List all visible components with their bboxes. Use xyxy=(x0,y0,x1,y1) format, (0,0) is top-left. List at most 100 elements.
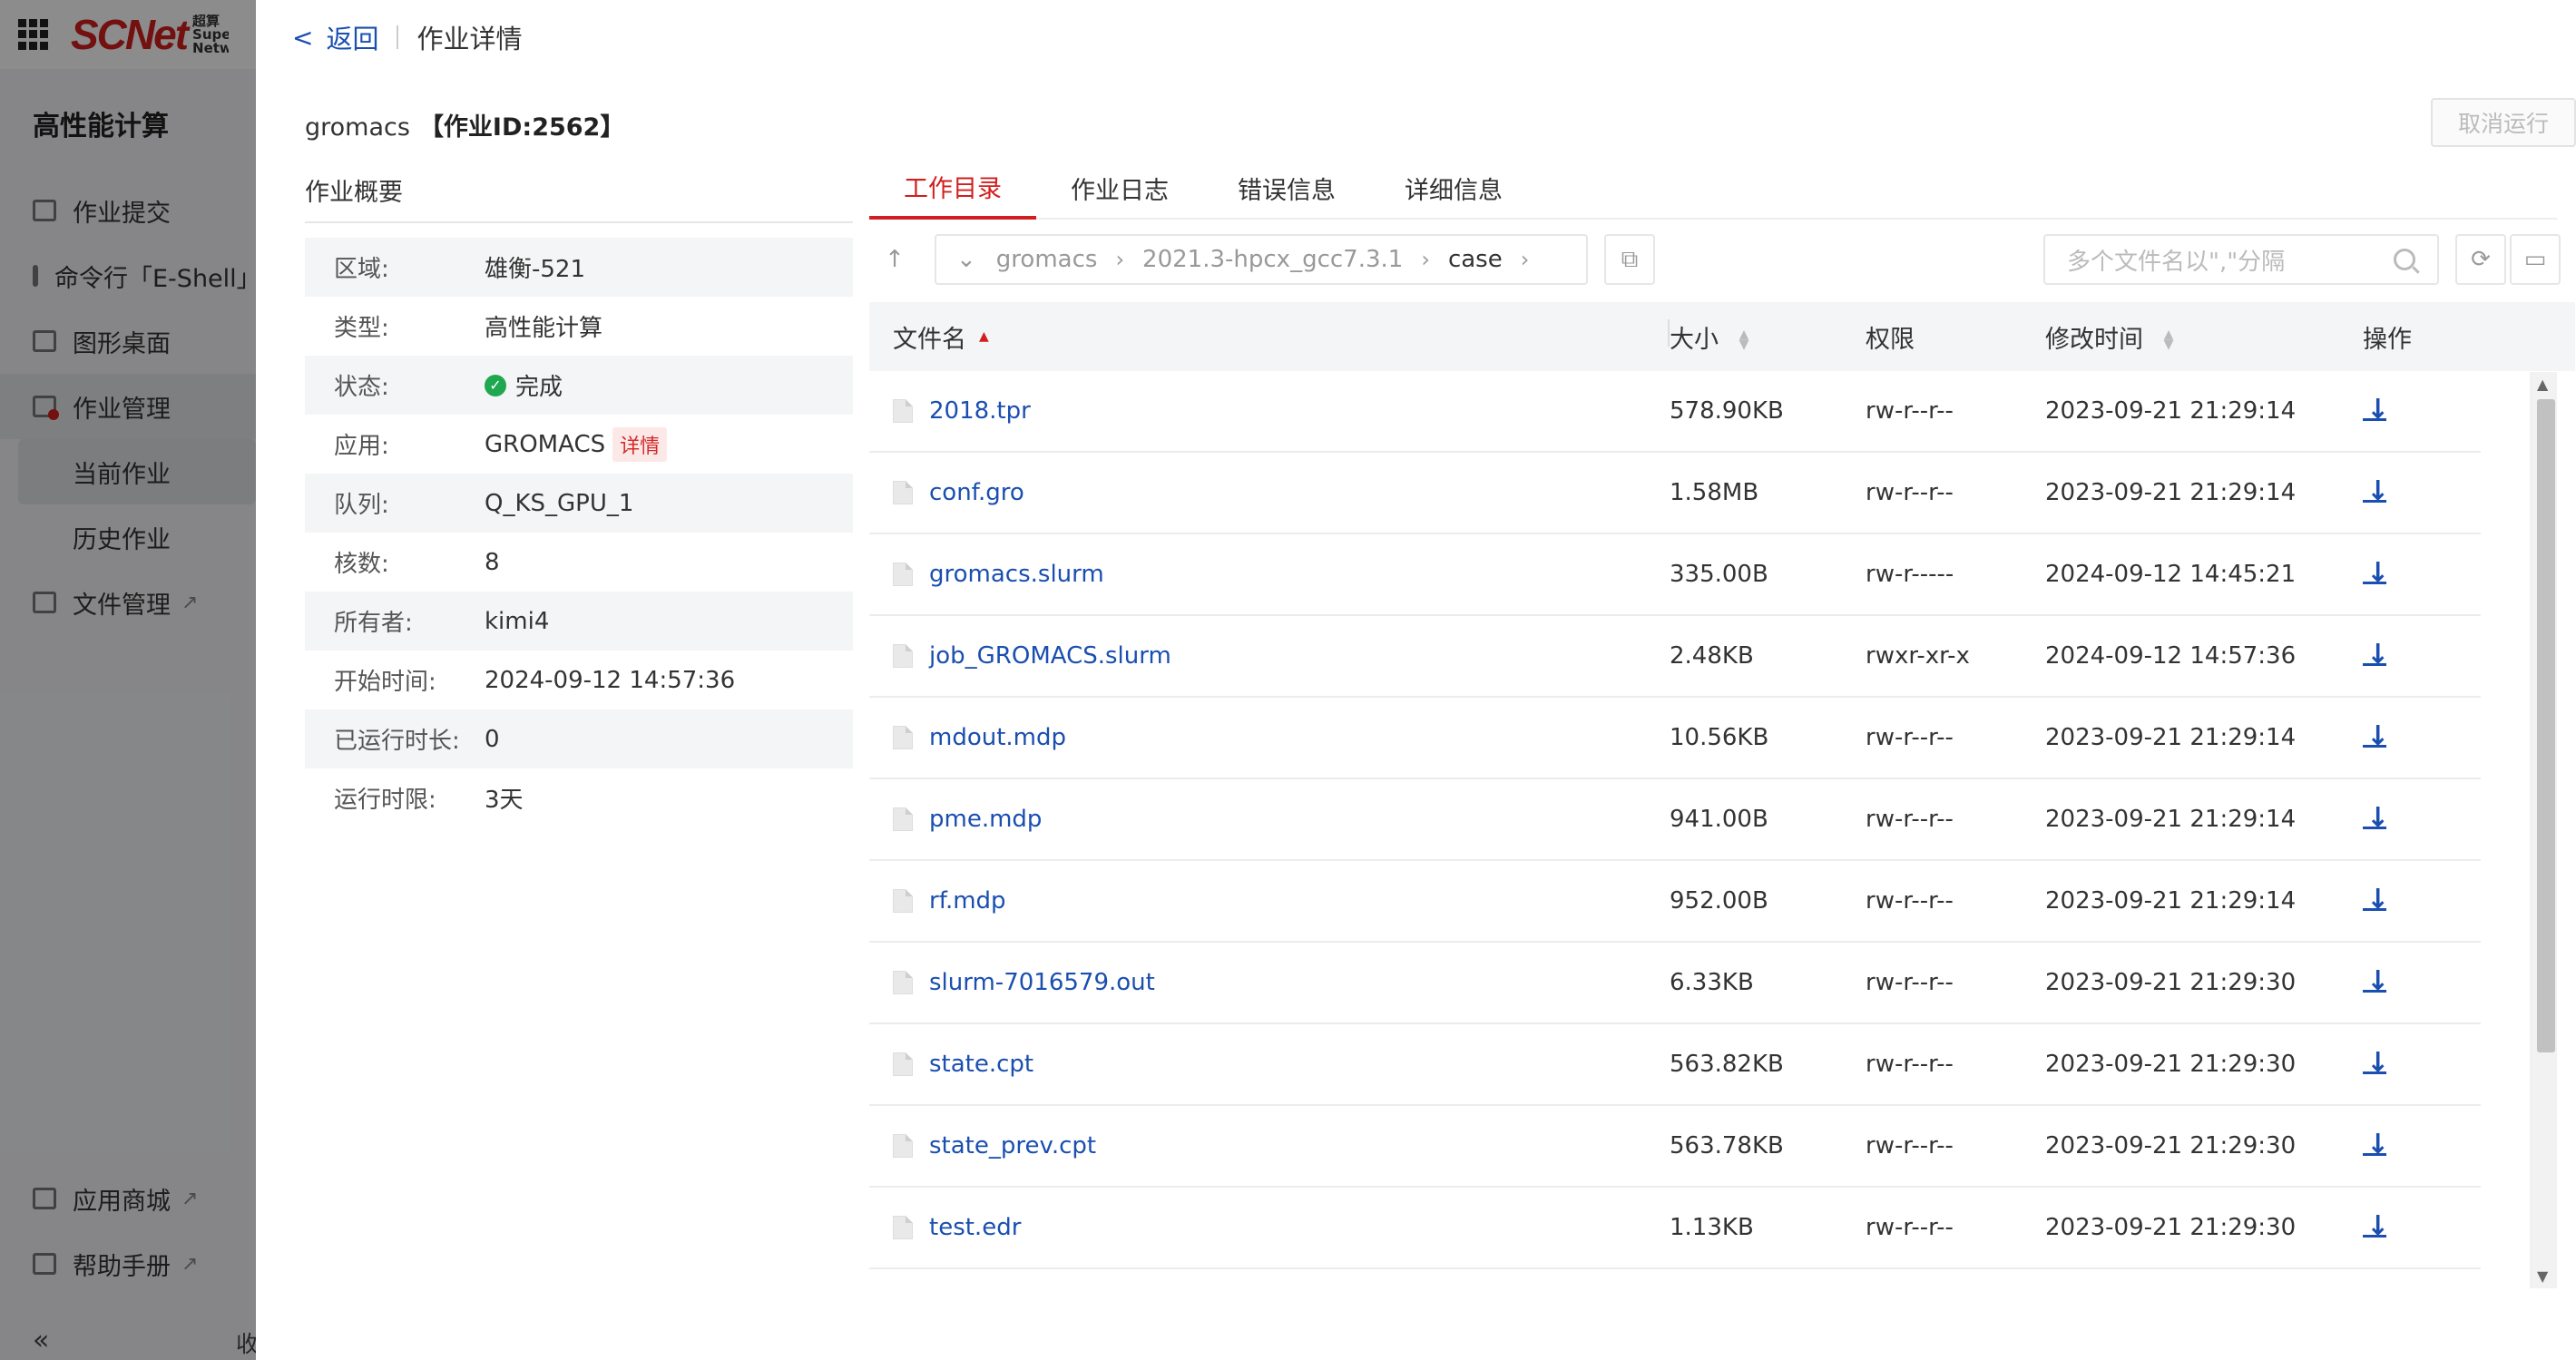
sort-icon[interactable]: ▲ ▼ xyxy=(2164,328,2174,351)
download-icon[interactable]: ↓ xyxy=(2363,1210,2389,1242)
overview-row: 应用: GROMACS 详情 xyxy=(305,415,853,474)
table-row[interactable]: rf.mdp 952.00B rw-r--r-- 2023-09-21 21:29:1… xyxy=(869,861,2481,943)
file-icon xyxy=(893,726,913,749)
breadcrumb-item[interactable]: gromacs xyxy=(996,246,1098,273)
overview-row: 开始时间: 2024-09-12 14:57:36 xyxy=(305,651,853,709)
file-name-cell: conf.gro xyxy=(869,479,1670,506)
back-button[interactable]: < 返回 xyxy=(292,18,378,56)
job-name: gromacs xyxy=(305,113,410,142)
chevron-right-icon: › xyxy=(1115,247,1125,272)
refresh-icon[interactable]: ⟳ xyxy=(2455,234,2506,285)
file-name-cell: job_GROMACS.slurm xyxy=(869,642,1670,670)
file-size: 335.00B xyxy=(1670,561,1768,588)
search-input[interactable]: 多个文件名以","分隔 xyxy=(2043,234,2439,285)
sort-icon[interactable]: ▲ ▼ xyxy=(1739,328,1749,351)
column-op: 操作 xyxy=(2363,325,2412,354)
overview-label: 开始时间: xyxy=(334,669,436,696)
table-row[interactable]: mdout.mdp 10.56KB rw-r--r-- 2023-09-21 21:2… xyxy=(869,698,2481,779)
scrollbar[interactable]: ▲ ▼ xyxy=(2530,372,2557,1288)
tab-detail-info[interactable]: 详细信息 xyxy=(1370,156,1537,220)
file-size: 563.78KB xyxy=(1670,1132,1784,1159)
download-icon[interactable]: ↓ xyxy=(2363,394,2389,426)
column-size-label: 大小 xyxy=(1670,325,1719,354)
chevron-down-icon[interactable]: ⌄ xyxy=(956,246,976,273)
file-name-link[interactable]: mdout.mdp xyxy=(929,724,1066,751)
sort-icon[interactable]: ▲ xyxy=(979,330,989,343)
tab-error-info[interactable]: 错误信息 xyxy=(1203,156,1370,220)
overview-label: 状态: xyxy=(334,374,389,401)
file-modified-time: 2023-09-21 21:29:30 xyxy=(2045,1132,2297,1159)
download-icon[interactable]: ↓ xyxy=(2363,1047,2389,1079)
scrollbar-thumb[interactable] xyxy=(2537,399,2555,1052)
job-id: 【作业ID:2562】 xyxy=(418,113,625,142)
column-name[interactable]: 文件名 ▲ xyxy=(869,318,1670,355)
status-value: ✓ 完成 xyxy=(485,368,563,402)
arrow-up-icon[interactable]: ↑ xyxy=(869,234,920,285)
file-name-link[interactable]: conf.gro xyxy=(929,479,1024,506)
overview-row: 状态: ✓ 完成 xyxy=(305,356,853,415)
column-time[interactable]: 修改时间 ▲ ▼ xyxy=(2045,319,2339,355)
download-icon[interactable]: ↓ xyxy=(2363,1129,2389,1160)
file-permission: rw-r--r-- xyxy=(1866,479,1954,506)
operation-cell: ↓ xyxy=(2339,557,2466,592)
download-icon[interactable]: ↓ xyxy=(2363,802,2389,834)
overview-row: 所有者: kimi4 xyxy=(305,592,853,651)
file-icon xyxy=(893,644,913,668)
file-name-link[interactable]: pme.mdp xyxy=(929,806,1042,833)
download-icon[interactable]: ↓ xyxy=(2363,884,2389,915)
file-name-cell: mdout.mdp xyxy=(869,724,1670,751)
file-modified-time: 2023-09-21 21:29:30 xyxy=(2045,969,2297,996)
cancel-run-button[interactable]: 取消运行 xyxy=(2431,98,2576,147)
overview-label: 区域: xyxy=(334,256,389,283)
file-name-link[interactable]: state_prev.cpt xyxy=(929,1132,1096,1159)
operation-cell: ↓ xyxy=(2339,1210,2466,1246)
download-icon[interactable]: ↓ xyxy=(2363,557,2389,589)
file-name-link[interactable]: slurm-7016579.out xyxy=(929,969,1155,996)
overview-label: 应用: xyxy=(334,433,389,460)
breadcrumb-item[interactable]: 2021.3-hpcx_gcc7.3.1 xyxy=(1142,246,1403,273)
table-row[interactable]: job_GROMACS.slurm 2.48KB rwxr-xr-x 2024-09-… xyxy=(869,616,2481,698)
overview-label: 运行时限: xyxy=(334,787,436,814)
overview-value: 3天 xyxy=(485,787,524,814)
drawer-header: < 返回 作业详情 xyxy=(292,18,523,56)
download-icon[interactable]: ↓ xyxy=(2363,720,2389,752)
file-name-link[interactable]: 2018.tpr xyxy=(929,397,1031,425)
column-size[interactable]: 大小 ▲ ▼ xyxy=(1670,319,1866,355)
download-icon[interactable]: ↓ xyxy=(2363,965,2389,997)
scroll-down-icon[interactable]: ▼ xyxy=(2537,1267,2548,1285)
scroll-up-icon[interactable]: ▲ xyxy=(2537,376,2548,393)
file-size: 6.33KB xyxy=(1670,969,1754,996)
file-name-link[interactable]: state.cpt xyxy=(929,1051,1033,1078)
download-icon[interactable]: ↓ xyxy=(2363,639,2389,670)
table-row[interactable]: pme.mdp 941.00B rw-r--r-- 2023-09-21 21:29:… xyxy=(869,779,2481,861)
file-permission: rw-r--r-- xyxy=(1866,1132,1954,1159)
table-row[interactable]: slurm-7016579.out 6.33KB rw-r--r-- 2023-09-… xyxy=(869,943,2481,1024)
search-icon[interactable] xyxy=(2394,249,2415,270)
app-detail-tag[interactable]: 详情 xyxy=(612,426,668,462)
operation-cell: ↓ xyxy=(2339,475,2466,511)
table-row[interactable]: test.edr 1.13KB rw-r--r-- 2023-09-21 21:29:… xyxy=(869,1188,2481,1269)
breadcrumb-current[interactable]: case xyxy=(1448,246,1503,273)
table-body: 2018.tpr 578.90KB rw-r--r-- 2023-09-21 21:2… xyxy=(869,371,2575,1269)
file-name-link[interactable]: gromacs.slurm xyxy=(929,561,1104,588)
table-row[interactable]: 2018.tpr 578.90KB rw-r--r-- 2023-09-21 21:2… xyxy=(869,371,2481,453)
file-name-link[interactable]: rf.mdp xyxy=(929,887,1006,915)
overview-title: 作业概要 xyxy=(305,172,853,223)
file-name-cell: 2018.tpr xyxy=(869,397,1670,425)
file-size: 1.13KB xyxy=(1670,1214,1754,1241)
table-row[interactable]: gromacs.slurm 335.00B rw-r----- 2024-09-12 … xyxy=(869,534,2481,616)
table-row[interactable]: state_prev.cpt 563.78KB rw-r--r-- 2023-09-2… xyxy=(869,1106,2481,1188)
copy-path-icon[interactable]: ⧉ xyxy=(1604,234,1655,285)
table-row[interactable]: conf.gro 1.58MB rw-r--r-- 2023-09-21 21:29:… xyxy=(869,453,2481,534)
file-name-link[interactable]: test.edr xyxy=(929,1214,1021,1241)
file-name-link[interactable]: job_GROMACS.slurm xyxy=(929,642,1171,670)
file-icon xyxy=(893,399,913,423)
terminal-icon[interactable]: ▭ xyxy=(2510,234,2561,285)
file-permission: rw-r--r-- xyxy=(1866,969,1954,996)
tab-job-log[interactable]: 作业日志 xyxy=(1036,156,1203,220)
modal-overlay[interactable] xyxy=(0,0,256,1360)
download-icon[interactable]: ↓ xyxy=(2363,475,2389,507)
column-name-label: 文件名 xyxy=(893,325,966,354)
tab-work-directory[interactable]: 工作目录 xyxy=(869,156,1036,220)
table-row[interactable]: state.cpt 563.82KB rw-r--r-- 2023-09-21 21:… xyxy=(869,1024,2481,1106)
